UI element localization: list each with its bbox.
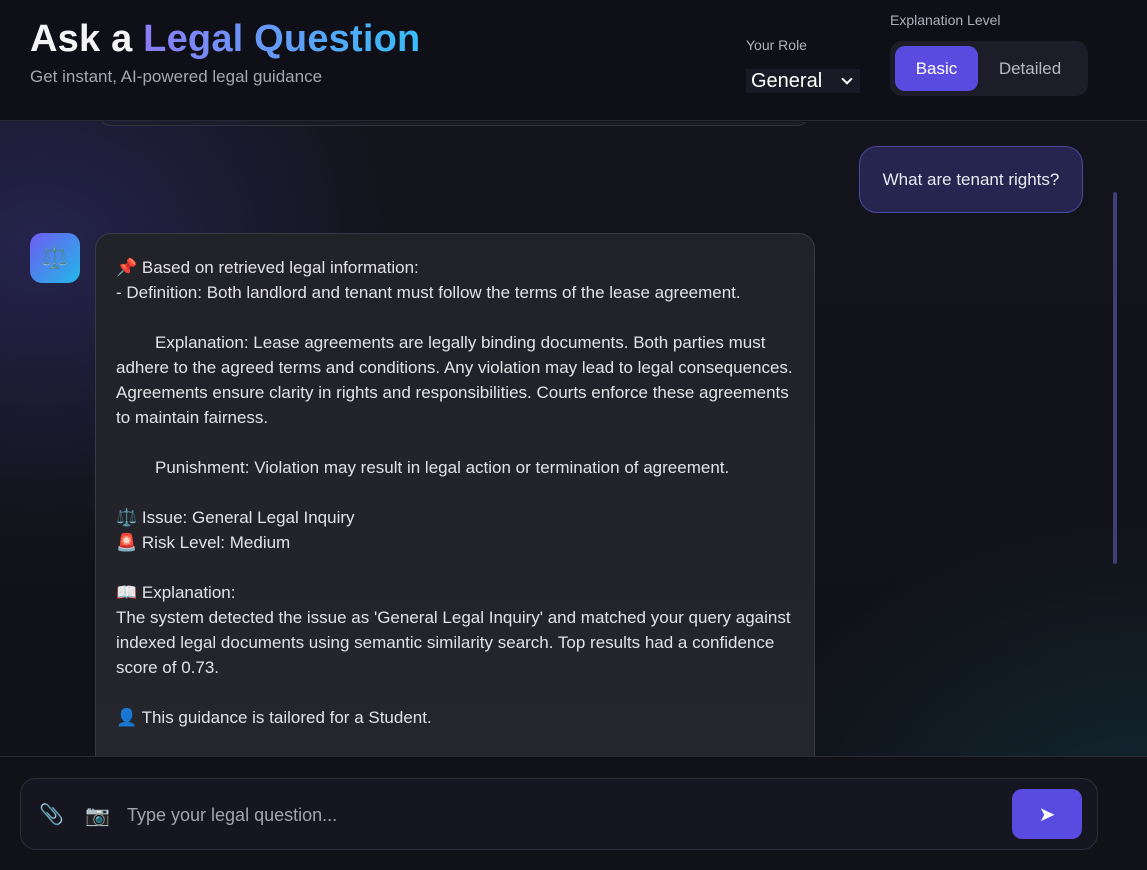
scales-icon: ⚖️ bbox=[30, 233, 80, 283]
bot-line-definition: - Definition: Both landlord and tenant m… bbox=[116, 283, 741, 302]
composer-bar: 📎 📷 ➤ bbox=[20, 778, 1098, 850]
previous-message-bubble bbox=[96, 122, 812, 126]
bot-message-bubble: 📌 Based on retrieved legal information: … bbox=[95, 233, 815, 756]
chevron-down-icon bbox=[841, 73, 853, 85]
user-message-text: What are tenant rights? bbox=[882, 169, 1060, 189]
chat-area[interactable]: What are tenant rights? ⚖️ 📌 Based on re… bbox=[0, 122, 1147, 756]
page-title: Ask a Legal Question bbox=[30, 18, 420, 61]
level-detailed-button[interactable]: Detailed bbox=[986, 46, 1074, 91]
user-message-bubble: What are tenant rights? bbox=[859, 146, 1083, 213]
level-basic-button[interactable]: Basic bbox=[895, 46, 978, 91]
paperclip-icon[interactable]: 📎 bbox=[39, 802, 64, 827]
send-icon: ➤ bbox=[1038, 803, 1056, 826]
bot-line-risk: 🚨 Risk Level: Medium bbox=[116, 533, 291, 552]
role-select-value: General bbox=[751, 69, 823, 92]
camera-icon[interactable]: 📷 bbox=[85, 803, 110, 828]
bot-line-explanation: Explanation: Lease agreements are legall… bbox=[116, 333, 797, 427]
page-title-accent: Legal Question bbox=[143, 18, 421, 60]
chat-scrollbar[interactable] bbox=[1113, 192, 1117, 564]
explanation-level-toggle: Basic Detailed bbox=[890, 41, 1088, 96]
bot-line-explanation-heading: 📖 Explanation: bbox=[116, 583, 236, 602]
question-input[interactable] bbox=[127, 799, 997, 831]
app-header: Ask a Legal Question Get instant, AI-pow… bbox=[0, 0, 1147, 121]
composer-area: 📎 📷 ➤ bbox=[0, 756, 1147, 870]
bot-line-tailored: 👤 This guidance is tailored for a Studen… bbox=[116, 708, 432, 727]
bot-line-issue: ⚖️ Issue: General Legal Inquiry bbox=[116, 508, 355, 527]
page-subtitle: Get instant, AI-powered legal guidance bbox=[30, 67, 323, 86]
send-button[interactable]: ➤ bbox=[1012, 789, 1082, 839]
page-title-prefix: Ask a bbox=[30, 18, 144, 60]
explanation-level-label: Explanation Level bbox=[890, 12, 1001, 28]
bot-line-punishment: Punishment: Violation may result in lega… bbox=[155, 458, 730, 477]
role-select[interactable]: General bbox=[746, 69, 860, 93]
bot-line-explanation-body: The system detected the issue as 'Genera… bbox=[116, 608, 796, 677]
role-label: Your Role bbox=[746, 37, 807, 53]
bot-line-header: 📌 Based on retrieved legal information: bbox=[116, 258, 419, 277]
